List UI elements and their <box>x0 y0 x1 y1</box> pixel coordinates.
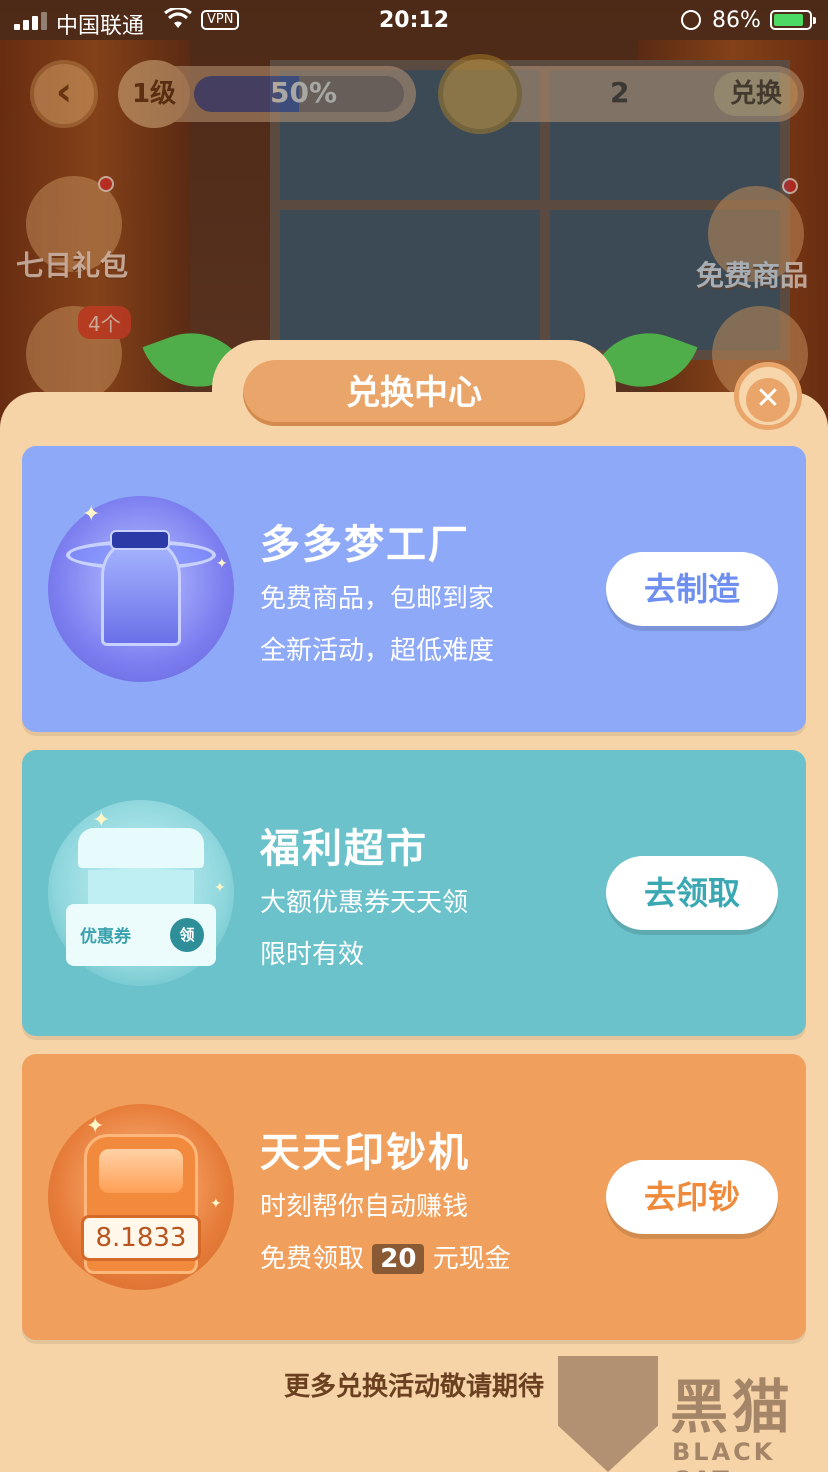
machine-display: 8.1833 <box>81 1215 201 1261</box>
sparkle-icon: ✦ <box>210 1196 222 1212</box>
sparkle-icon: ✦ <box>216 556 228 572</box>
coin-count: 2 <box>610 76 630 109</box>
money-printer-illustration: 8.1833 ✦ ✦ <box>48 1104 234 1290</box>
cat-shield-logo <box>558 1356 658 1472</box>
battery-percentage: 86% <box>712 8 761 33</box>
go-make-button[interactable]: 去制造 <box>606 552 778 626</box>
card-dream-factory[interactable]: ✦ ✦ 多多梦工厂 免费商品，包邮到家 全新活动，超低难度 去制造 <box>22 446 806 732</box>
card-subtitle: 限时有效 <box>260 940 365 970</box>
close-button[interactable]: ✕ <box>734 362 802 430</box>
seven-day-gift-label: 七日礼包 <box>16 249 129 282</box>
card-title: 多多梦工厂 <box>260 522 470 568</box>
sparkle-icon: ✦ <box>86 1114 105 1139</box>
cash-amount: 20 <box>372 1244 425 1274</box>
coin-balance: 2 兑换 <box>438 54 804 134</box>
card-subtitle: 免费商品，包邮到家 <box>260 584 495 614</box>
go-claim-button[interactable]: 去领取 <box>606 856 778 930</box>
sparkle-icon: ✦ <box>92 808 111 833</box>
sparkle-icon: ✦ <box>214 880 226 896</box>
blackcat-watermark: 黑猫 BLACK CAT <box>558 1356 828 1472</box>
card-subtitle: 时刻帮你自动赚钱 <box>260 1192 469 1222</box>
level-badge: 1级 <box>118 60 190 128</box>
go-print-button[interactable]: 去印钞 <box>606 1160 778 1234</box>
notification-dot <box>98 176 114 192</box>
free-goods-label: 免费商品 <box>696 259 809 292</box>
gift-count-badge: 4个 <box>78 306 131 339</box>
clock: 20:12 <box>378 8 450 33</box>
sparkle-icon: ✦ <box>82 502 101 527</box>
dream-factory-illustration: ✦ ✦ <box>48 496 234 682</box>
redeem-button[interactable]: 兑换 <box>714 72 798 116</box>
card-title: 福利超市 <box>260 826 428 872</box>
card-money-printer[interactable]: 8.1833 ✦ ✦ 天天印钞机 时刻帮你自动赚钱 免费领取 20 元现金 去印… <box>22 1054 806 1340</box>
card-subtitle: 全新活动，超低难度 <box>260 636 495 666</box>
level-percent: 50% <box>270 76 338 109</box>
card-welfare-market[interactable]: 优惠券 领 ✦ ✦ 福利超市 大额优惠券天天领 限时有效 去领取 <box>22 750 806 1036</box>
card-title: 天天印钞机 <box>260 1130 470 1176</box>
back-button[interactable]: ‹ <box>30 60 98 128</box>
chevron-left-icon: ‹ <box>55 69 73 115</box>
modal-title: 兑换中心 <box>243 360 585 426</box>
status-bar: 中国联通 VPN 20:12 86% <box>0 0 828 42</box>
battery-icon <box>770 10 816 30</box>
notification-dot <box>782 178 798 194</box>
coupon-kiosk-illustration: 优惠券 领 ✦ ✦ <box>48 800 234 986</box>
card-subtitle: 免费领取 20 元现金 <box>260 1244 511 1274</box>
close-icon: ✕ <box>746 378 790 422</box>
coupon-ticket: 优惠券 领 <box>66 904 216 966</box>
rotation-lock-icon <box>681 10 701 30</box>
coin-icon <box>438 54 522 134</box>
card-subtitle: 大额优惠券天天领 <box>260 888 469 918</box>
level-progress: 1级 50% <box>118 60 416 128</box>
